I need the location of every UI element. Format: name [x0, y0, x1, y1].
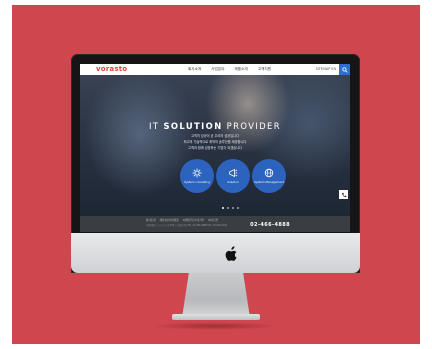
service-system-consulting[interactable]: System consulting	[180, 159, 214, 193]
footer-links: 회사소개 개인정보처리방침 이메일무단수집거부 사이트맵	[146, 218, 218, 222]
monitor-chin	[71, 233, 360, 273]
site-navigation: vorasto 회사소개 사업분야 제품소개 고객지원 SITEMAP EN	[80, 64, 350, 75]
hero-subtitle-line: 최고의 기술력으로 최적의 솔루션을 제공합니다	[183, 140, 247, 144]
footer-link[interactable]: 이메일무단수집거부	[183, 218, 204, 222]
phone-button[interactable]	[339, 190, 348, 199]
slide-dot[interactable]	[232, 207, 234, 209]
website-screen: vorasto 회사소개 사업분야 제품소개 고객지원 SITEMAP EN I…	[80, 64, 350, 232]
service-label: System consulting	[184, 180, 210, 184]
site-footer: 회사소개 개인정보처리방침 이메일무단수집거부 사이트맵 서울특별시 ○○구 ○…	[80, 216, 350, 232]
utility-links[interactable]: SITEMAP EN	[316, 66, 336, 73]
monitor-base	[172, 314, 260, 320]
phone-icon	[341, 192, 346, 197]
hero-subtitle-line: 고객의 성공이 곧 우리의 성공입니다	[190, 134, 240, 138]
hero-title: IT SOLUTION PROVIDER	[149, 121, 281, 131]
site-logo[interactable]: vorasto	[96, 65, 127, 74]
globe-icon	[264, 168, 274, 178]
footer-address: 서울특별시 ○○구 ○○로 000 ○○빌딩 0층 TEL. 02-466-48…	[146, 224, 227, 227]
menu-item-business[interactable]: 사업분야	[211, 66, 224, 73]
hero-subtitle-line: 고객과 함께 성장하는 기업이 되겠습니다	[188, 146, 242, 150]
service-solution[interactable]: Solution	[216, 159, 250, 193]
search-icon	[341, 66, 348, 73]
footer-link[interactable]: 회사소개	[146, 218, 156, 222]
slide-dot[interactable]	[222, 207, 224, 209]
menu-item-products[interactable]: 제품소개	[234, 66, 247, 73]
slide-indicators	[222, 207, 239, 209]
apple-logo-icon	[225, 246, 237, 261]
service-label: Solution	[227, 180, 239, 184]
menu-item-company[interactable]: 회사소개	[188, 66, 201, 73]
gear-icon	[192, 168, 202, 178]
footer-link[interactable]: 개인정보처리방침	[160, 218, 179, 222]
slide-dot[interactable]	[227, 207, 229, 209]
footer-phone: 02-466-4888	[250, 222, 290, 228]
megaphone-icon	[229, 168, 238, 178]
stand-shadow	[150, 322, 280, 330]
slide-dot[interactable]	[237, 207, 239, 209]
service-label: System Management	[254, 180, 284, 184]
menu-item-support[interactable]: 고객지원	[258, 66, 271, 73]
footer-link[interactable]: 사이트맵	[208, 218, 218, 222]
search-button[interactable]	[339, 64, 350, 75]
monitor-stand	[182, 273, 250, 318]
service-system-management[interactable]: System Management	[252, 159, 286, 193]
main-menu: 회사소개 사업분야 제품소개 고객지원	[188, 66, 271, 73]
